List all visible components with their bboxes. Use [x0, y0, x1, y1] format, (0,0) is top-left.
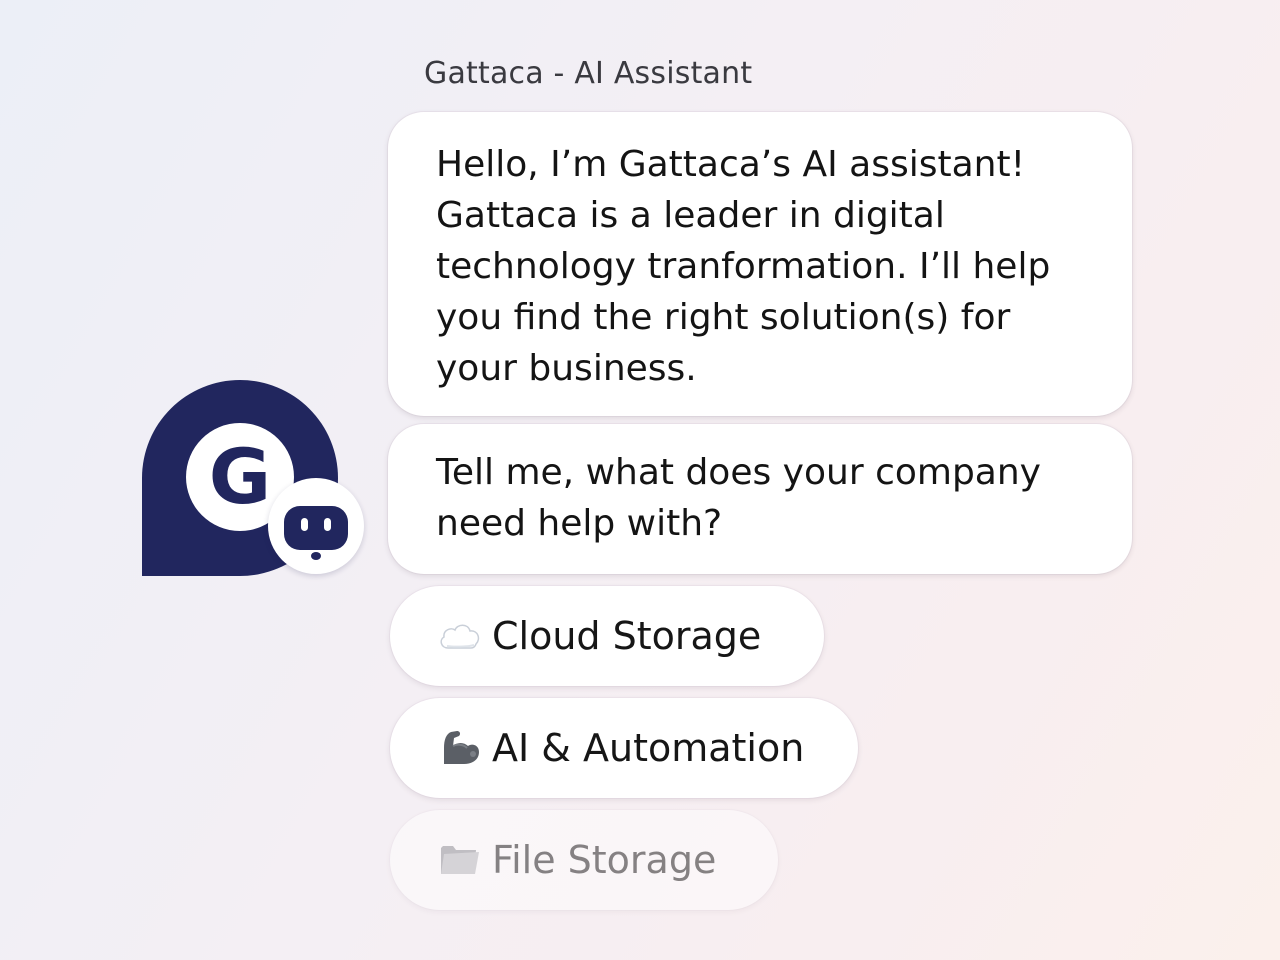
option-file-storage-button[interactable]: File Storage — [390, 810, 778, 910]
option-label: Cloud Storage — [492, 614, 762, 658]
message-text: Hello, I’m Gattaca’s AI assistant! Gatta… — [436, 144, 1051, 389]
option-ai-automation-button[interactable]: AI & Automation — [390, 698, 858, 798]
assistant-message-bubble: Tell me, what does your company need hel… — [388, 424, 1132, 574]
bot-icon — [268, 478, 364, 574]
message-text: Tell me, what does your company need hel… — [436, 452, 1041, 544]
option-label: File Storage — [492, 838, 717, 882]
chat-sender-name: Gattaca - AI Assistant — [424, 56, 753, 91]
cloud-icon — [438, 616, 482, 656]
flexed-biceps-icon — [438, 728, 482, 768]
assistant-avatar: G — [142, 380, 364, 576]
folder-icon — [438, 840, 482, 880]
assistant-message-bubble: Hello, I’m Gattaca’s AI assistant! Gatta… — [388, 112, 1132, 416]
option-label: AI & Automation — [492, 726, 805, 770]
option-cloud-storage-button[interactable]: Cloud Storage — [390, 586, 824, 686]
